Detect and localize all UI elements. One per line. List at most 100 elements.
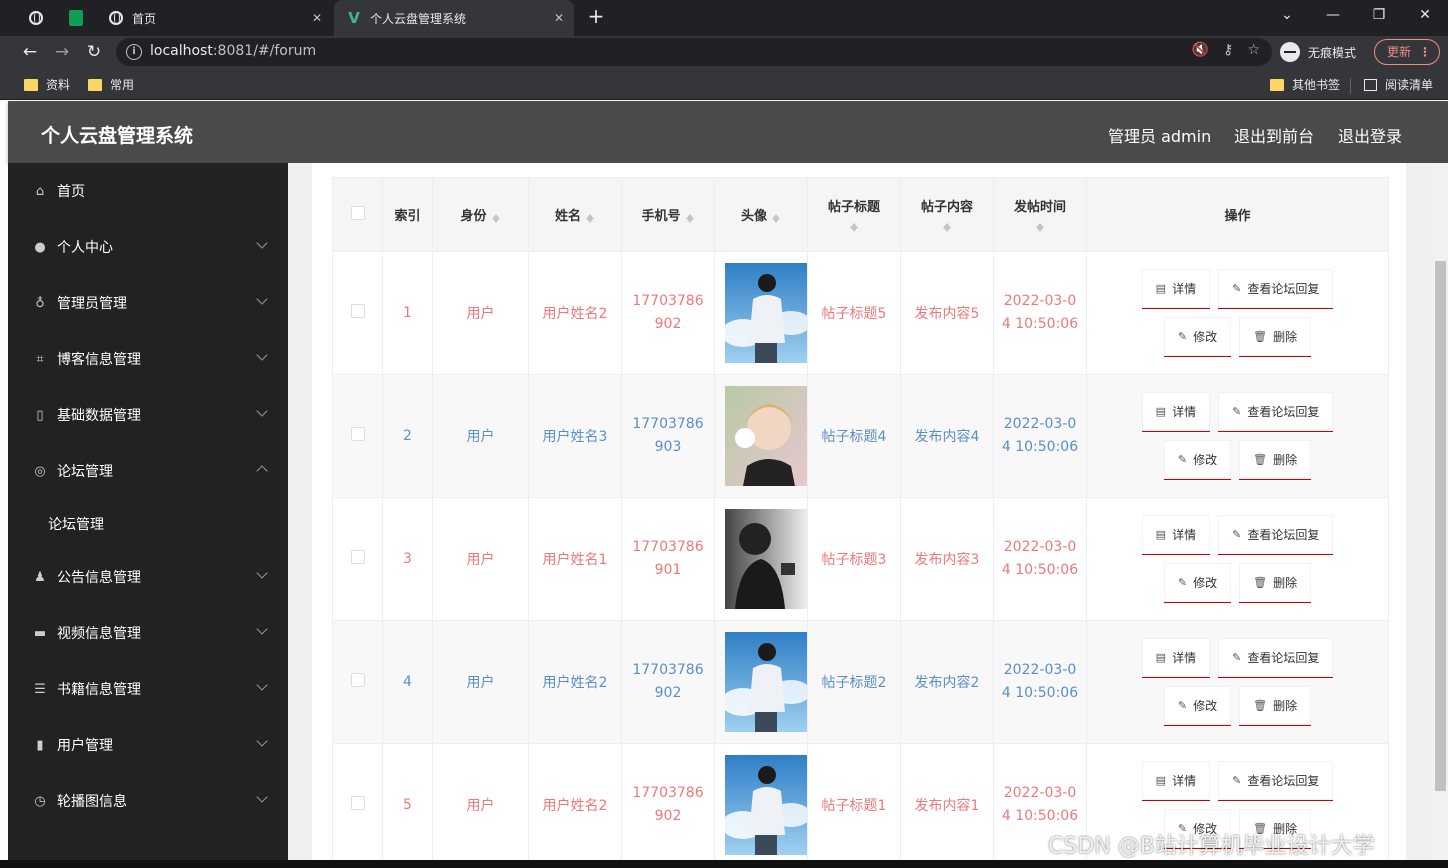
sidebar-item-notices[interactable]: ♟ 公告信息管理: [8, 549, 288, 605]
close-window-button[interactable]: ✕: [1402, 0, 1448, 30]
other-bookmarks[interactable]: 其他书签: [1270, 76, 1340, 93]
edit-button[interactable]: ✎ 修改: [1163, 317, 1232, 357]
pinned-tab[interactable]: [16, 0, 56, 36]
cell-role: 用户: [432, 497, 529, 621]
tab-search-icon[interactable]: ⌄: [1264, 0, 1310, 30]
sidebar-subitem-forum[interactable]: 论坛管理: [8, 499, 288, 549]
row-select-cell[interactable]: [332, 251, 383, 375]
delete-button[interactable]: 🗑 删除: [1239, 440, 1312, 480]
restore-button[interactable]: ❐: [1356, 0, 1402, 30]
sidebar-item-forum[interactable]: ◎ 论坛管理: [8, 443, 288, 499]
row-checkbox[interactable]: [350, 304, 365, 318]
blocked-icon[interactable]: 🔇: [1192, 42, 1209, 58]
col-title[interactable]: 帖子标题: [807, 177, 901, 252]
sidebar-item-videos[interactable]: ▬ 视频信息管理: [8, 605, 288, 661]
view-replies-button[interactable]: ✎ 查看论坛回复: [1218, 392, 1334, 432]
star-icon[interactable]: ☆: [1247, 42, 1260, 58]
logout-link[interactable]: 退出登录: [1338, 123, 1402, 147]
close-icon[interactable]: ✕: [312, 11, 322, 25]
sidebar-item-label: 轮播图信息: [57, 794, 127, 810]
sidebar-item-basedata[interactable]: ▯ 基础数据管理: [8, 387, 288, 443]
time-line: 2022-03-0: [1003, 785, 1077, 801]
sidebar-item-profile[interactable]: ● 个人中心: [8, 219, 288, 275]
delete-button[interactable]: 🗑 删除: [1239, 563, 1312, 603]
detail-button[interactable]: ▤ 详情: [1141, 269, 1211, 309]
incognito-indicator[interactable]: 无痕模式: [1280, 40, 1356, 64]
detail-button[interactable]: ▤ 详情: [1141, 761, 1211, 801]
minimize-button[interactable]: —: [1310, 0, 1356, 30]
bookmarks-bar: 资料 常用 其他书签 阅读清单: [0, 68, 1448, 100]
mic-icon: ▯: [36, 407, 44, 423]
row-checkbox[interactable]: [350, 427, 365, 441]
row-select-cell[interactable]: [332, 743, 383, 867]
edit-button[interactable]: ✎ 修改: [1163, 563, 1232, 603]
edit-button[interactable]: ✎ 修改: [1163, 440, 1232, 480]
bookmark-folder[interactable]: 资料: [24, 76, 70, 93]
phone-line: 902: [654, 685, 682, 701]
back-button[interactable]: ←: [18, 40, 42, 64]
table-row[interactable]: 3 用户 用户姓名1 17703786 901 帖子标题3 发布内容3 2022-03-0 4 …: [332, 497, 1389, 621]
bookmark-folder[interactable]: 常用: [88, 76, 134, 93]
select-all-cell[interactable]: [332, 177, 383, 252]
col-avatar[interactable]: 头像: [714, 177, 808, 252]
forward-button[interactable]: →: [50, 40, 74, 64]
new-tab-button[interactable]: +: [584, 4, 608, 28]
select-all-checkbox[interactable]: [350, 205, 365, 220]
row-select-cell[interactable]: [332, 374, 383, 498]
col-role[interactable]: 身份: [432, 177, 529, 252]
admin-user-label[interactable]: 管理员 admin: [1108, 123, 1211, 147]
sort-icon[interactable]: [771, 210, 781, 224]
sort-icon[interactable]: [942, 219, 952, 233]
info-icon[interactable]: i: [126, 44, 142, 60]
key-icon[interactable]: ⚷: [1223, 42, 1233, 58]
row-checkbox[interactable]: [350, 673, 365, 687]
reading-list[interactable]: 阅读清单: [1364, 76, 1433, 93]
view-replies-button[interactable]: ✎ 查看论坛回复: [1218, 761, 1334, 801]
table-row[interactable]: 4 用户 用户姓名2 17703786 902 帖子标题2 发布内容2 2022-03-0 4 …: [332, 620, 1389, 744]
view-replies-button[interactable]: ✎ 查看论坛回复: [1218, 515, 1334, 555]
col-name[interactable]: 姓名: [528, 177, 622, 252]
sort-icon[interactable]: [1035, 219, 1045, 233]
detail-button[interactable]: ▤ 详情: [1141, 638, 1211, 678]
col-time[interactable]: 发帖时间: [993, 177, 1087, 252]
sidebar-item-label: 公告信息管理: [57, 570, 141, 586]
update-button[interactable]: 更新 ⋮: [1374, 39, 1440, 65]
row-select-cell[interactable]: [332, 497, 383, 621]
sort-icon[interactable]: [849, 219, 859, 233]
sidebar-item-home[interactable]: ⌂ 首页: [8, 163, 288, 219]
sidebar-item-users[interactable]: ▮ 用户管理: [8, 717, 288, 773]
sort-icon[interactable]: [585, 210, 595, 224]
sidebar-item-carousel[interactable]: ◷ 轮播图信息: [8, 773, 288, 829]
view-replies-button[interactable]: ✎ 查看论坛回复: [1218, 269, 1334, 309]
tab-home[interactable]: 首页 ✕: [96, 0, 332, 36]
row-checkbox[interactable]: [350, 550, 365, 564]
edit-button[interactable]: ✎ 修改: [1163, 686, 1232, 726]
sidebar-item-books[interactable]: ☰ 书籍信息管理: [8, 661, 288, 717]
vertical-scrollbar[interactable]: [1433, 163, 1448, 868]
table-row[interactable]: 1 用户 用户姓名2 17703786 902 帖子标题5 发布内容5 2022-03-0 4 …: [332, 251, 1389, 375]
button-label: 详情: [1172, 282, 1197, 296]
scrollbar-thumb[interactable]: [1435, 261, 1446, 791]
col-content[interactable]: 帖子内容: [900, 177, 994, 252]
phone-line: 903: [654, 439, 682, 455]
col-phone[interactable]: 手机号: [621, 177, 715, 252]
button-label: 查看论坛回复: [1247, 651, 1320, 665]
delete-button[interactable]: 🗑 删除: [1239, 686, 1312, 726]
sort-icon[interactable]: [685, 210, 695, 224]
sort-icon[interactable]: [491, 210, 501, 224]
delete-button[interactable]: 🗑 删除: [1239, 317, 1312, 357]
row-select-cell[interactable]: [332, 620, 383, 744]
sidebar-item-blogs[interactable]: ⌗ 博客信息管理: [8, 331, 288, 387]
row-checkbox[interactable]: [350, 796, 365, 810]
front-link[interactable]: 退出到前台: [1234, 123, 1314, 147]
table-row[interactable]: 2 用户 用户姓名3 17703786 903 帖子标题4 发布内容4 2022-03-0 4 …: [332, 374, 1389, 498]
detail-button[interactable]: ▤ 详情: [1141, 392, 1211, 432]
detail-button[interactable]: ▤ 详情: [1141, 515, 1211, 555]
sidebar-item-admins[interactable]: ♁ 管理员管理: [8, 275, 288, 331]
close-icon[interactable]: ✕: [554, 11, 564, 25]
pinned-tab-sheets[interactable]: [56, 0, 96, 36]
tab-active[interactable]: V 个人云盘管理系统 ✕: [334, 0, 574, 36]
address-bar[interactable]: i localhost:8081/#/forum 🔇 ⚷ ☆: [116, 38, 1272, 66]
view-replies-button[interactable]: ✎ 查看论坛回复: [1218, 638, 1334, 678]
reload-button[interactable]: ↻: [82, 40, 106, 64]
